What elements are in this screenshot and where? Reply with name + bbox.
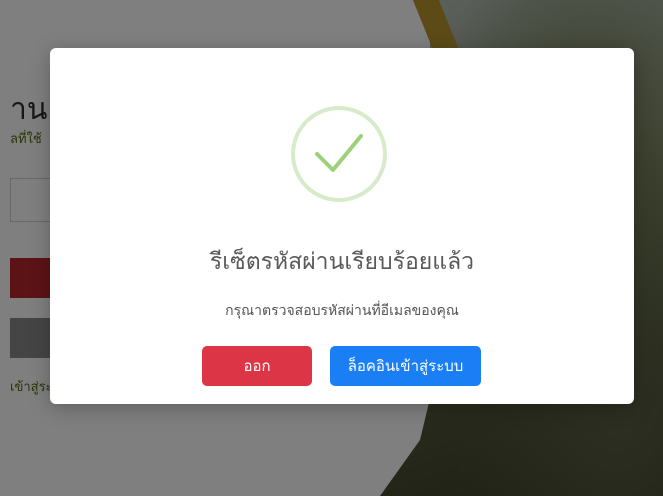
page: าน ลที่ใช้ เข้าสู่ระ รีเซ็ตรหัสผ่านเรียบ… bbox=[0, 0, 663, 496]
exit-button[interactable]: ออก bbox=[202, 346, 312, 386]
login-button[interactable]: ล็อคอินเข้าสู่ระบบ bbox=[330, 346, 481, 386]
success-dialog: รีเซ็ตรหัสผ่านเรียบร้อยแล้ว กรุณาตรวจสอบ… bbox=[50, 48, 634, 404]
check-icon bbox=[291, 106, 387, 202]
dialog-message: กรุณาตรวจสอบรหัสผ่านที่อีเมลของคุณ bbox=[225, 303, 459, 319]
dialog-title: รีเซ็ตรหัสผ่านเรียบร้อยแล้ว bbox=[209, 249, 475, 275]
